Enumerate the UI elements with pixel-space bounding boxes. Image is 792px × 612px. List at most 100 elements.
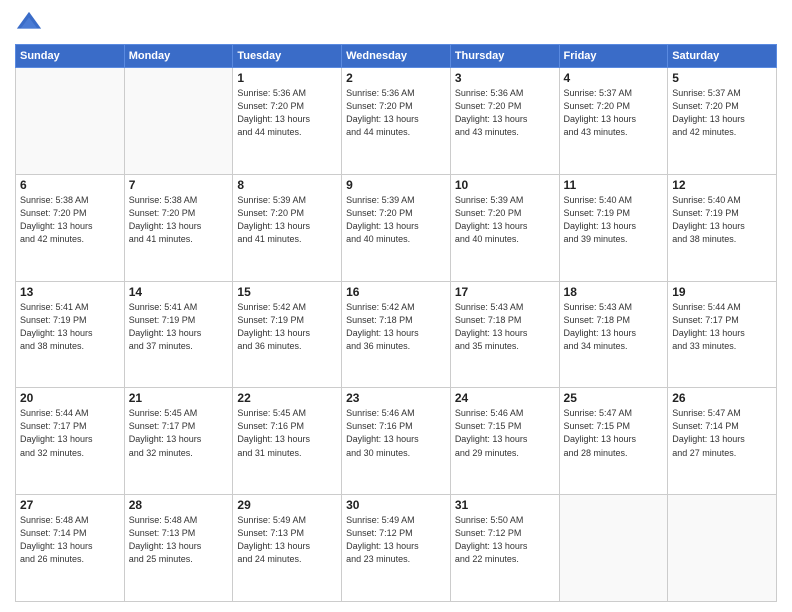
calendar-cell: 3 Sunrise: 5:36 AM Sunset: 7:20 PM Daylig… bbox=[450, 68, 559, 175]
day-info: Sunrise: 5:43 AM Sunset: 7:18 PM Dayligh… bbox=[455, 301, 555, 353]
calendar-cell: 1 Sunrise: 5:36 AM Sunset: 7:20 PM Daylig… bbox=[233, 68, 342, 175]
day-number: 7 bbox=[129, 178, 229, 192]
day-number: 16 bbox=[346, 285, 446, 299]
day-info: Sunrise: 5:41 AM Sunset: 7:19 PM Dayligh… bbox=[20, 301, 120, 353]
calendar-cell: 6 Sunrise: 5:38 AM Sunset: 7:20 PM Daylig… bbox=[16, 174, 125, 281]
logo bbox=[15, 10, 47, 38]
day-info: Sunrise: 5:47 AM Sunset: 7:15 PM Dayligh… bbox=[564, 407, 664, 459]
calendar-cell: 26 Sunrise: 5:47 AM Sunset: 7:14 PM Dayli… bbox=[668, 388, 777, 495]
calendar-cell: 7 Sunrise: 5:38 AM Sunset: 7:20 PM Daylig… bbox=[124, 174, 233, 281]
day-number: 23 bbox=[346, 391, 446, 405]
calendar-cell: 10 Sunrise: 5:39 AM Sunset: 7:20 PM Dayli… bbox=[450, 174, 559, 281]
header bbox=[15, 10, 777, 38]
day-number: 18 bbox=[564, 285, 664, 299]
day-number: 29 bbox=[237, 498, 337, 512]
day-info: Sunrise: 5:44 AM Sunset: 7:17 PM Dayligh… bbox=[20, 407, 120, 459]
day-info: Sunrise: 5:40 AM Sunset: 7:19 PM Dayligh… bbox=[564, 194, 664, 246]
calendar-cell: 30Sunrise: 5:49 AM Sunset: 7:12 PM Dayli… bbox=[342, 495, 451, 602]
day-number: 10 bbox=[455, 178, 555, 192]
day-info: Sunrise: 5:45 AM Sunset: 7:17 PM Dayligh… bbox=[129, 407, 229, 459]
calendar-cell bbox=[124, 68, 233, 175]
calendar-week-4: 20 Sunrise: 5:44 AM Sunset: 7:17 PM Dayli… bbox=[16, 388, 777, 495]
day-number: 6 bbox=[20, 178, 120, 192]
day-info: Sunrise: 5:39 AM Sunset: 7:20 PM Dayligh… bbox=[237, 194, 337, 246]
day-info: Sunrise: 5:38 AM Sunset: 7:20 PM Dayligh… bbox=[129, 194, 229, 246]
day-info: Sunrise: 5:39 AM Sunset: 7:20 PM Dayligh… bbox=[346, 194, 446, 246]
day-number: 15 bbox=[237, 285, 337, 299]
day-number: 28 bbox=[129, 498, 229, 512]
day-info: Sunrise: 5:37 AM Sunset: 7:20 PM Dayligh… bbox=[564, 87, 664, 139]
day-number: 26 bbox=[672, 391, 772, 405]
day-number: 1 bbox=[237, 71, 337, 85]
calendar-cell: 17 Sunrise: 5:43 AM Sunset: 7:18 PM Dayli… bbox=[450, 281, 559, 388]
calendar-cell: 18 Sunrise: 5:43 AM Sunset: 7:18 PM Dayli… bbox=[559, 281, 668, 388]
calendar-cell: 16Sunrise: 5:42 AM Sunset: 7:18 PM Dayli… bbox=[342, 281, 451, 388]
day-info: Sunrise: 5:39 AM Sunset: 7:20 PM Dayligh… bbox=[455, 194, 555, 246]
day-info: Sunrise: 5:44 AM Sunset: 7:17 PM Dayligh… bbox=[672, 301, 772, 353]
calendar-cell: 19 Sunrise: 5:44 AM Sunset: 7:17 PM Dayli… bbox=[668, 281, 777, 388]
calendar-cell: 14 Sunrise: 5:41 AM Sunset: 7:19 PM Dayli… bbox=[124, 281, 233, 388]
calendar-header-row: SundayMondayTuesdayWednesdayThursdayFrid… bbox=[16, 45, 777, 68]
day-number: 13 bbox=[20, 285, 120, 299]
day-number: 11 bbox=[564, 178, 664, 192]
calendar-cell: 12Sunrise: 5:40 AM Sunset: 7:19 PM Dayli… bbox=[668, 174, 777, 281]
calendar-cell: 21 Sunrise: 5:45 AM Sunset: 7:17 PM Dayli… bbox=[124, 388, 233, 495]
day-info: Sunrise: 5:41 AM Sunset: 7:19 PM Dayligh… bbox=[129, 301, 229, 353]
day-info: Sunrise: 5:36 AM Sunset: 7:20 PM Dayligh… bbox=[237, 87, 337, 139]
day-number: 5 bbox=[672, 71, 772, 85]
weekday-header-friday: Friday bbox=[559, 45, 668, 68]
calendar-cell: 13 Sunrise: 5:41 AM Sunset: 7:19 PM Dayli… bbox=[16, 281, 125, 388]
calendar-cell: 9Sunrise: 5:39 AM Sunset: 7:20 PM Daylig… bbox=[342, 174, 451, 281]
calendar-cell: 24Sunrise: 5:46 AM Sunset: 7:15 PM Dayli… bbox=[450, 388, 559, 495]
day-info: Sunrise: 5:38 AM Sunset: 7:20 PM Dayligh… bbox=[20, 194, 120, 246]
day-info: Sunrise: 5:47 AM Sunset: 7:14 PM Dayligh… bbox=[672, 407, 772, 459]
calendar-week-2: 6 Sunrise: 5:38 AM Sunset: 7:20 PM Daylig… bbox=[16, 174, 777, 281]
day-number: 19 bbox=[672, 285, 772, 299]
weekday-header-thursday: Thursday bbox=[450, 45, 559, 68]
calendar-cell: 4 Sunrise: 5:37 AM Sunset: 7:20 PM Daylig… bbox=[559, 68, 668, 175]
day-number: 4 bbox=[564, 71, 664, 85]
day-info: Sunrise: 5:43 AM Sunset: 7:18 PM Dayligh… bbox=[564, 301, 664, 353]
day-number: 30 bbox=[346, 498, 446, 512]
calendar-week-1: 1 Sunrise: 5:36 AM Sunset: 7:20 PM Daylig… bbox=[16, 68, 777, 175]
calendar-cell bbox=[668, 495, 777, 602]
day-number: 2 bbox=[346, 71, 446, 85]
day-number: 8 bbox=[237, 178, 337, 192]
day-info: Sunrise: 5:48 AM Sunset: 7:13 PM Dayligh… bbox=[129, 514, 229, 566]
day-info: Sunrise: 5:36 AM Sunset: 7:20 PM Dayligh… bbox=[455, 87, 555, 139]
calendar-cell: 27Sunrise: 5:48 AM Sunset: 7:14 PM Dayli… bbox=[16, 495, 125, 602]
calendar-cell: 8 Sunrise: 5:39 AM Sunset: 7:20 PM Daylig… bbox=[233, 174, 342, 281]
calendar-cell: 29Sunrise: 5:49 AM Sunset: 7:13 PM Dayli… bbox=[233, 495, 342, 602]
weekday-header-wednesday: Wednesday bbox=[342, 45, 451, 68]
day-number: 20 bbox=[20, 391, 120, 405]
day-number: 31 bbox=[455, 498, 555, 512]
calendar-cell: 22Sunrise: 5:45 AM Sunset: 7:16 PM Dayli… bbox=[233, 388, 342, 495]
weekday-header-tuesday: Tuesday bbox=[233, 45, 342, 68]
calendar-cell: 15 Sunrise: 5:42 AM Sunset: 7:19 PM Dayli… bbox=[233, 281, 342, 388]
calendar-table: SundayMondayTuesdayWednesdayThursdayFrid… bbox=[15, 44, 777, 602]
day-info: Sunrise: 5:50 AM Sunset: 7:12 PM Dayligh… bbox=[455, 514, 555, 566]
day-number: 25 bbox=[564, 391, 664, 405]
calendar-cell: 25 Sunrise: 5:47 AM Sunset: 7:15 PM Dayli… bbox=[559, 388, 668, 495]
calendar-cell bbox=[16, 68, 125, 175]
day-number: 17 bbox=[455, 285, 555, 299]
day-number: 14 bbox=[129, 285, 229, 299]
day-info: Sunrise: 5:48 AM Sunset: 7:14 PM Dayligh… bbox=[20, 514, 120, 566]
day-number: 3 bbox=[455, 71, 555, 85]
day-info: Sunrise: 5:42 AM Sunset: 7:19 PM Dayligh… bbox=[237, 301, 337, 353]
weekday-header-saturday: Saturday bbox=[668, 45, 777, 68]
calendar-cell: 28 Sunrise: 5:48 AM Sunset: 7:13 PM Dayli… bbox=[124, 495, 233, 602]
day-info: Sunrise: 5:40 AM Sunset: 7:19 PM Dayligh… bbox=[672, 194, 772, 246]
day-info: Sunrise: 5:37 AM Sunset: 7:20 PM Dayligh… bbox=[672, 87, 772, 139]
page: SundayMondayTuesdayWednesdayThursdayFrid… bbox=[0, 0, 792, 612]
logo-icon bbox=[15, 10, 43, 38]
day-info: Sunrise: 5:46 AM Sunset: 7:15 PM Dayligh… bbox=[455, 407, 555, 459]
day-number: 21 bbox=[129, 391, 229, 405]
calendar-cell: 20 Sunrise: 5:44 AM Sunset: 7:17 PM Dayli… bbox=[16, 388, 125, 495]
calendar-cell: 11 Sunrise: 5:40 AM Sunset: 7:19 PM Dayli… bbox=[559, 174, 668, 281]
weekday-header-sunday: Sunday bbox=[16, 45, 125, 68]
calendar-cell: 23Sunrise: 5:46 AM Sunset: 7:16 PM Dayli… bbox=[342, 388, 451, 495]
day-info: Sunrise: 5:36 AM Sunset: 7:20 PM Dayligh… bbox=[346, 87, 446, 139]
calendar-week-3: 13 Sunrise: 5:41 AM Sunset: 7:19 PM Dayli… bbox=[16, 281, 777, 388]
day-info: Sunrise: 5:45 AM Sunset: 7:16 PM Dayligh… bbox=[237, 407, 337, 459]
